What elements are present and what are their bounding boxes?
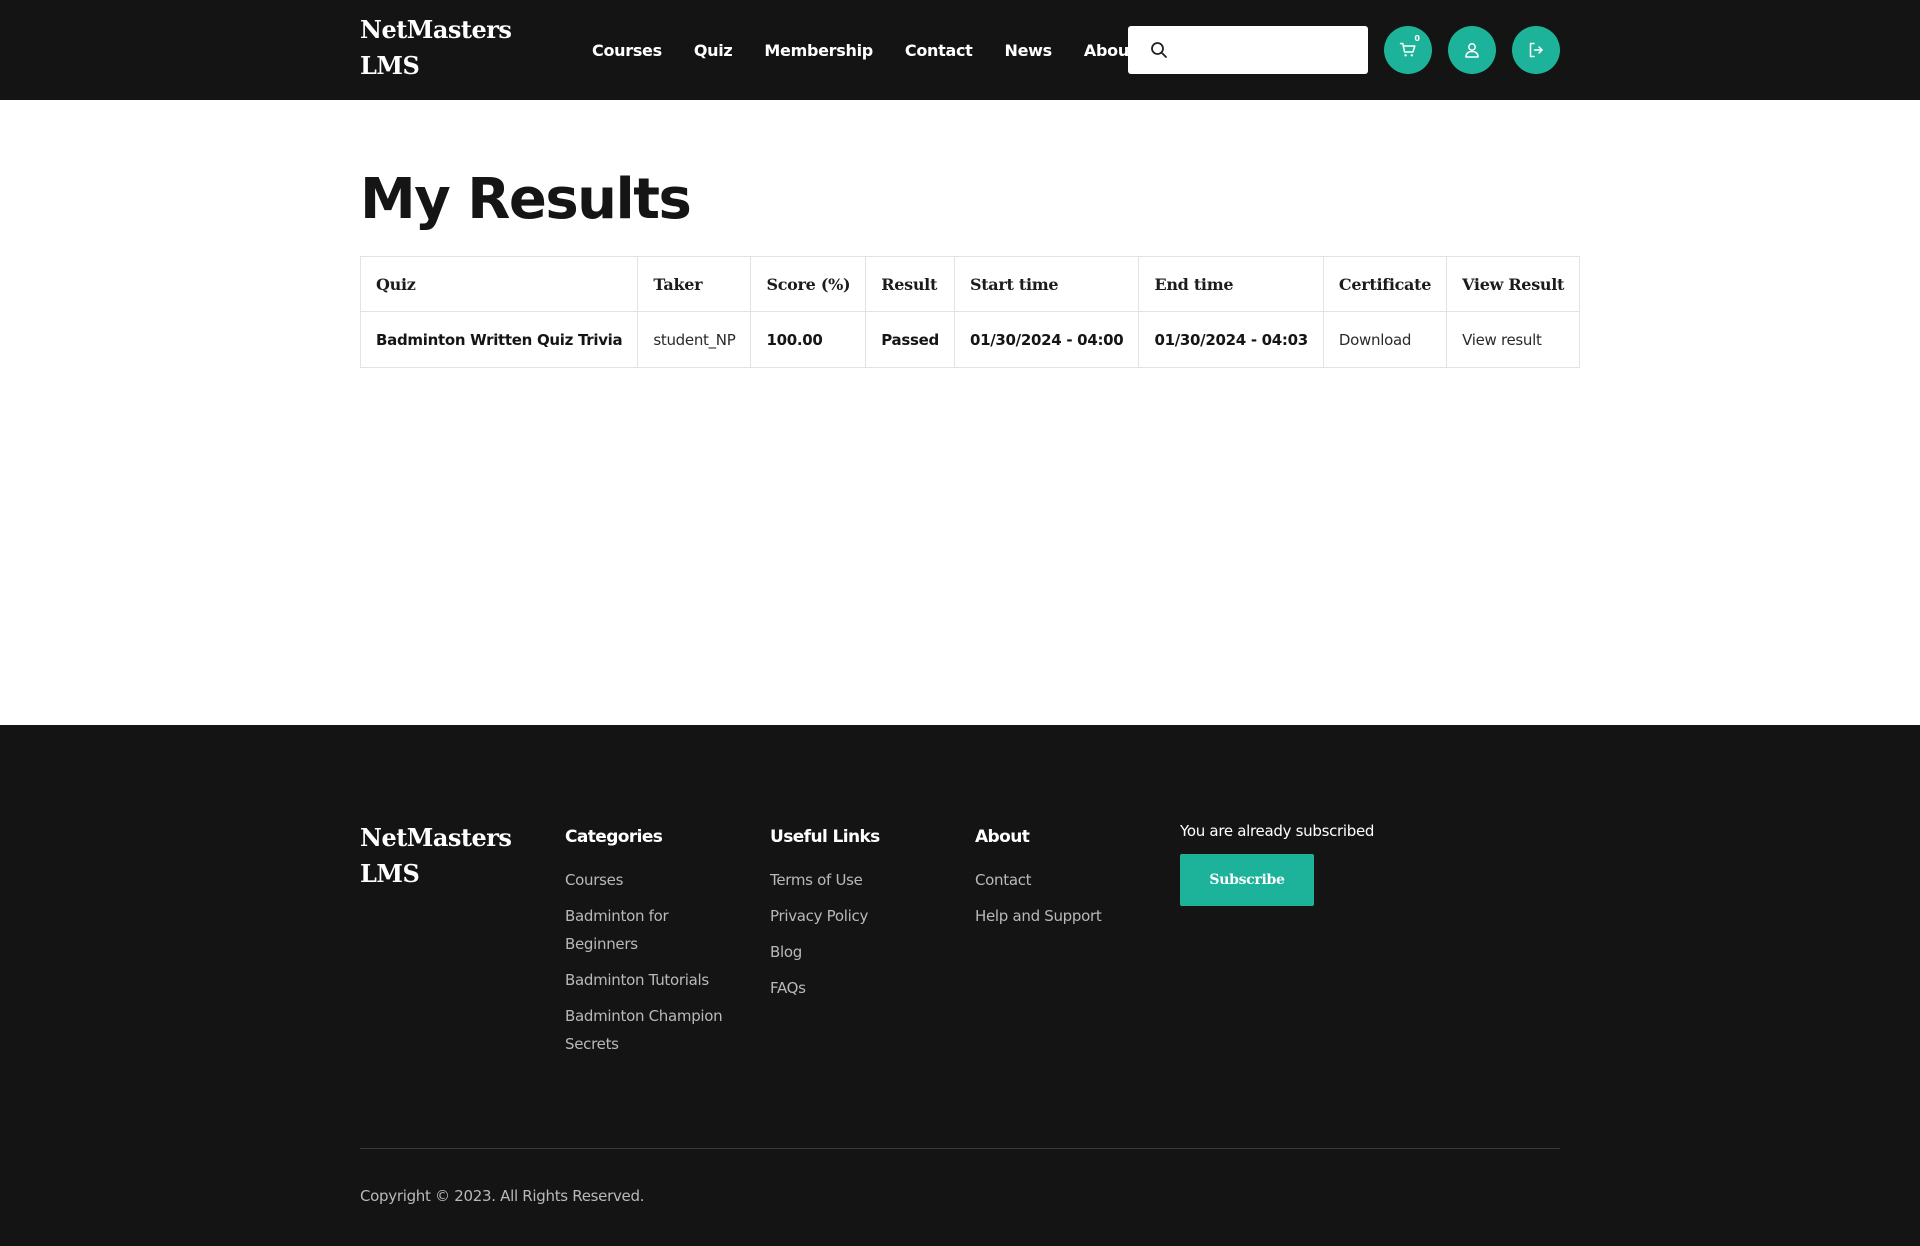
main-nav: Courses Quiz Membership Contact News Abo… (592, 0, 1160, 100)
footer-link-contact[interactable]: Contact (975, 866, 1155, 894)
footer-link-courses[interactable]: Courses (565, 866, 745, 894)
footer-link-help-support[interactable]: Help and Support (975, 902, 1155, 930)
footer-about: About Contact Help and Support (975, 825, 1155, 938)
nav-contact[interactable]: Contact (905, 41, 973, 60)
col-header-quiz: Quiz (359, 256, 639, 312)
footer-brand-logo[interactable]: NetMasters LMS (360, 820, 520, 892)
copyright-text: Copyright © 2023. All Rights Reserved. (360, 1187, 645, 1205)
col-header-certificate: Certificate (1322, 256, 1448, 312)
nav-courses[interactable]: Courses (592, 41, 662, 60)
logout-button[interactable] (1512, 26, 1560, 74)
col-header-end-time: End time (1138, 256, 1324, 312)
cart-button[interactable]: 0 (1384, 26, 1432, 74)
cart-icon (1399, 42, 1416, 57)
col-header-start-time: Start time (953, 256, 1140, 312)
cell-end-time: 01/30/2024 - 04:03 (1138, 311, 1324, 368)
search-icon (1151, 42, 1167, 58)
nav-membership[interactable]: Membership (764, 41, 873, 60)
footer-categories-title: Categories (565, 827, 663, 847)
footer-categories: Categories Courses Badminton for Beginne… (565, 825, 745, 1066)
site-footer: NetMasters LMS Categories Courses Badmin… (0, 725, 1920, 1246)
footer-link-badminton-beginners[interactable]: Badminton for Beginners (565, 902, 745, 958)
cell-result: Passed (865, 311, 955, 368)
cell-taker: student_NP (637, 311, 752, 368)
account-button[interactable] (1448, 26, 1496, 74)
brand-logo[interactable]: NetMasters LMS (360, 12, 520, 84)
download-certificate-link[interactable]: Download (1322, 311, 1448, 368)
subscription-status: You are already subscribed (1180, 822, 1375, 840)
col-header-score: Score (%) (750, 256, 867, 312)
cell-score: 100.00 (750, 311, 867, 368)
table-row: Badminton Written Quiz Trivia student_NP… (359, 311, 1581, 368)
site-header: NetMasters LMS Courses Quiz Membership C… (0, 0, 1920, 100)
footer-link-blog[interactable]: Blog (770, 938, 950, 966)
footer-link-terms[interactable]: Terms of Use (770, 866, 950, 894)
search-input[interactable] (1180, 30, 1360, 70)
nav-quiz[interactable]: Quiz (694, 41, 733, 60)
footer-link-faqs[interactable]: FAQs (770, 974, 950, 1002)
logout-icon (1529, 42, 1543, 58)
footer-useful-links-title: Useful Links (770, 827, 880, 847)
page-title: My Results (360, 167, 692, 232)
cell-quiz: Badminton Written Quiz Trivia (359, 311, 639, 368)
subscribe-button[interactable]: Subscribe (1180, 854, 1314, 906)
table-header-row: Quiz Taker Score (%) Result Start time E… (359, 256, 1581, 312)
footer-link-badminton-champion-secrets[interactable]: Badminton Champion Secrets (565, 1002, 745, 1058)
col-header-taker: Taker (637, 256, 752, 312)
cell-start-time: 01/30/2024 - 04:00 (953, 311, 1140, 368)
user-icon (1465, 43, 1479, 58)
cart-count-badge: 0 (1414, 34, 1420, 43)
results-table: Quiz Taker Score (%) Result Start time E… (359, 256, 1581, 368)
search-box (1128, 26, 1368, 74)
view-result-link[interactable]: View result (1446, 311, 1581, 368)
footer-divider (360, 1148, 1560, 1149)
footer-link-badminton-tutorials[interactable]: Badminton Tutorials (565, 966, 745, 994)
footer-link-privacy[interactable]: Privacy Policy (770, 902, 950, 930)
nav-news[interactable]: News (1005, 41, 1053, 60)
footer-about-title: About (975, 827, 1030, 847)
footer-useful-links: Useful Links Terms of Use Privacy Policy… (770, 825, 950, 1010)
col-header-result: Result (865, 256, 955, 312)
col-header-view-result: View Result (1446, 256, 1581, 312)
